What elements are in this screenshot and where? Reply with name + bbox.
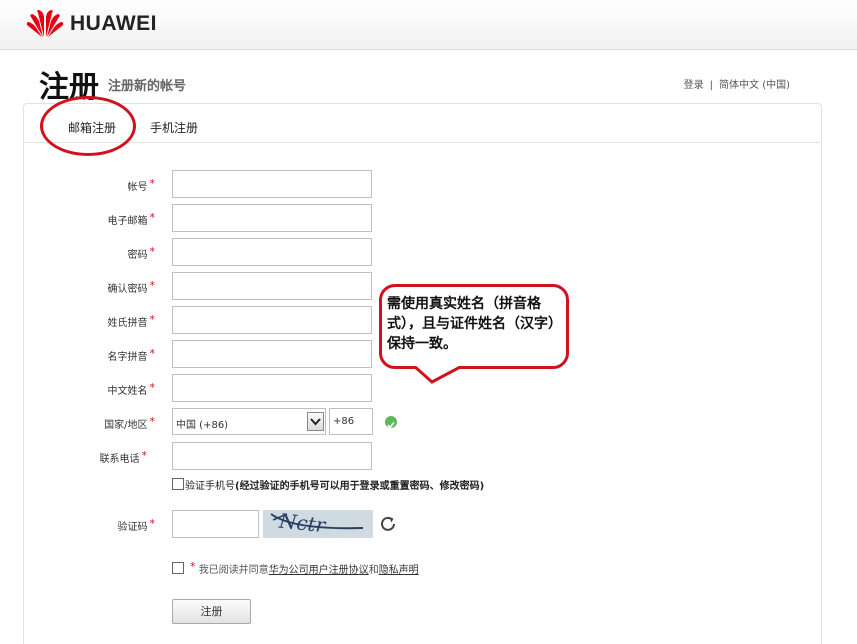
- callout-tail: [413, 366, 463, 384]
- chinese-name-input[interactable]: [172, 374, 372, 402]
- surname-pinyin-input[interactable]: [172, 306, 372, 334]
- top-bar: HUAWEI: [0, 0, 857, 50]
- confirm-password-input[interactable]: [172, 272, 372, 300]
- privacy-statement-link[interactable]: 隐私声明: [379, 565, 419, 576]
- country-code-field[interactable]: +86: [329, 408, 373, 435]
- phone-input[interactable]: [172, 442, 372, 470]
- surname-pinyin-label: 姓氏拼音 *: [107, 313, 156, 329]
- password-input[interactable]: [172, 238, 372, 266]
- valid-check-icon: [385, 416, 397, 429]
- callout-text: 需使用真实姓名（拼音格式），且与证件姓名（汉字）保持一致。: [387, 296, 562, 352]
- agree-text: * 我已阅读并同意华为公司用户注册协议和隐私声明: [190, 560, 419, 576]
- page-subtitle: 注册新的帐号: [108, 79, 187, 94]
- country-select-value: 中国 (+86): [176, 420, 229, 431]
- tab-bar: 邮箱注册 手机注册: [24, 104, 821, 143]
- email-input[interactable]: [172, 204, 372, 232]
- language-link[interactable]: 简体中文 (中国): [719, 80, 790, 91]
- login-link[interactable]: 登录: [684, 80, 704, 91]
- given-name-pinyin-label: 名字拼音 *: [107, 347, 156, 363]
- country-label: 国家/地区 *: [104, 415, 155, 431]
- password-label: 密码 *: [127, 245, 156, 261]
- link-separator: |: [709, 80, 714, 91]
- huawei-flower-icon: [26, 10, 64, 37]
- svg-text:Nctr: Nctr: [277, 510, 328, 537]
- verify-phone-checkbox[interactable]: [172, 478, 184, 490]
- top-links: 登录 | 简体中文 (中国): [681, 76, 793, 91]
- huawei-logo[interactable]: HUAWEI: [26, 8, 157, 40]
- register-button[interactable]: 注册: [172, 599, 251, 624]
- agree-checkbox[interactable]: [172, 562, 184, 574]
- given-name-pinyin-input[interactable]: [172, 340, 372, 368]
- dropdown-arrow-icon[interactable]: [307, 412, 324, 431]
- highlight-circle: [40, 96, 136, 156]
- chinese-name-label: 中文姓名 *: [107, 381, 156, 397]
- refresh-captcha-icon[interactable]: [378, 514, 398, 534]
- tab-phone-register[interactable]: 手机注册: [150, 119, 198, 136]
- account-label: 帐号 *: [127, 177, 156, 193]
- confirm-password-label: 确认密码 *: [107, 279, 156, 295]
- country-select[interactable]: 中国 (+86): [172, 408, 326, 435]
- account-input[interactable]: [172, 170, 372, 198]
- captcha-label: 验证码 *: [117, 517, 156, 533]
- email-label: 电子邮箱 *: [107, 211, 156, 227]
- logo-text: HUAWEI: [70, 12, 157, 35]
- verify-phone-text: 验证手机号(经过验证的手机号可以用于登录或重置密码、修改密码): [185, 481, 485, 492]
- phone-label: 联系电话 *: [99, 449, 148, 465]
- captcha-input[interactable]: [172, 510, 259, 538]
- captcha-image[interactable]: Nctr: [263, 510, 373, 538]
- user-agreement-link[interactable]: 华为公司用户注册协议: [269, 565, 369, 576]
